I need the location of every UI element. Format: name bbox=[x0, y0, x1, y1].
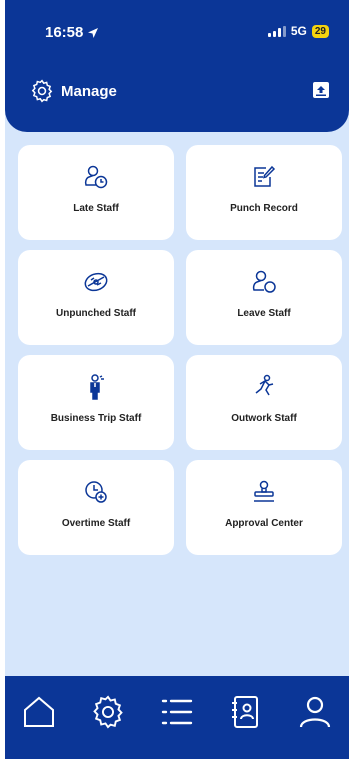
tile-label: Punch Record bbox=[230, 203, 298, 214]
list-icon bbox=[161, 699, 193, 725]
tile-label: Late Staff bbox=[73, 203, 119, 214]
tile-overtime-staff[interactable]: Overtime Staff bbox=[18, 460, 174, 555]
status-time: 16:58 bbox=[45, 24, 99, 41]
tile-punch-record[interactable]: Punch Record bbox=[186, 145, 342, 240]
inbox-icon[interactable] bbox=[311, 80, 331, 100]
tile-approval-center[interactable]: Approval Center bbox=[186, 460, 342, 555]
stamp-icon bbox=[254, 480, 274, 502]
contacts-icon bbox=[231, 696, 258, 728]
battery-indicator: 29 bbox=[311, 24, 329, 38]
badge-icon bbox=[84, 272, 108, 292]
home-icon bbox=[24, 696, 55, 727]
profile-icon bbox=[299, 696, 330, 728]
edit-document-icon bbox=[254, 165, 276, 187]
settings-icon bbox=[93, 695, 123, 729]
person-leave-icon bbox=[252, 270, 276, 293]
tile-outwork-staff[interactable]: Outwork Staff bbox=[186, 355, 342, 450]
tile-label: Business Trip Staff bbox=[50, 413, 142, 424]
tab-contacts[interactable] bbox=[226, 692, 266, 732]
person-clock-icon bbox=[84, 165, 108, 189]
app-screen: 16:58 5G 29 Manage Late Staff Punch Reco… bbox=[5, 0, 349, 759]
tile-label: Overtime Staff bbox=[61, 518, 131, 529]
page-title: Manage bbox=[61, 82, 117, 100]
tile-business-trip-staff[interactable]: Business Trip Staff bbox=[18, 355, 174, 450]
tab-settings[interactable] bbox=[88, 692, 128, 732]
tile-label: Outwork Staff bbox=[231, 413, 297, 424]
manage-title[interactable]: Manage bbox=[29, 78, 117, 104]
signal-icon bbox=[267, 25, 286, 37]
running-person-icon bbox=[255, 374, 274, 396]
status-indicators: 5G 29 bbox=[267, 24, 329, 38]
tile-leave-staff[interactable]: Leave Staff bbox=[186, 250, 342, 345]
location-arrow-icon bbox=[88, 27, 99, 38]
tile-label: Approval Center bbox=[225, 518, 303, 529]
bottom-tab-bar bbox=[5, 676, 349, 759]
gear-icon bbox=[31, 79, 53, 103]
network-label: 5G bbox=[290, 24, 307, 38]
business-person-icon bbox=[90, 374, 104, 400]
tab-home[interactable] bbox=[19, 692, 59, 732]
menu-grid: Late Staff Punch Record Unpunched Staff bbox=[18, 145, 342, 555]
header: 16:58 5G 29 Manage bbox=[5, 0, 349, 132]
tile-label: Unpunched Staff bbox=[56, 308, 136, 319]
status-time-text: 16:58 bbox=[45, 24, 84, 41]
tab-profile[interactable] bbox=[295, 692, 335, 732]
tab-list[interactable] bbox=[157, 692, 197, 732]
tile-label: Leave Staff bbox=[237, 308, 291, 319]
clock-plus-icon bbox=[85, 481, 107, 503]
tile-unpunched-staff[interactable]: Unpunched Staff bbox=[18, 250, 174, 345]
tile-late-staff[interactable]: Late Staff bbox=[18, 145, 174, 240]
